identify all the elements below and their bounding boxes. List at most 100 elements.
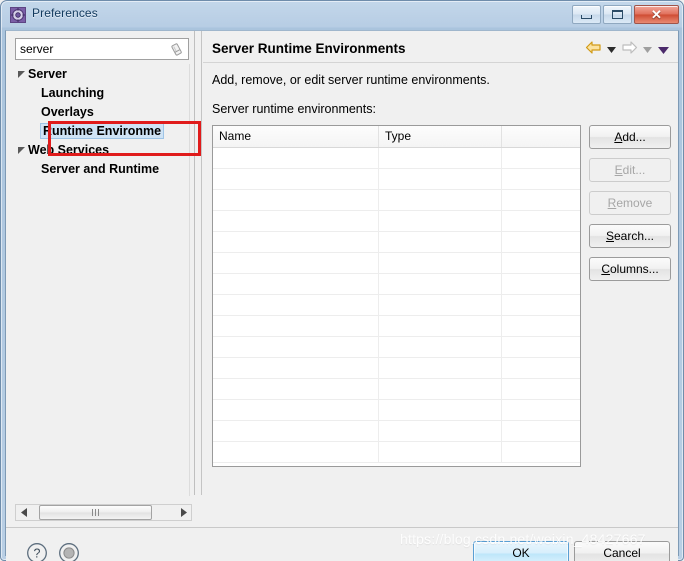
scrollbar-track[interactable] <box>32 505 175 520</box>
table-cell <box>213 190 379 210</box>
table-row[interactable] <box>213 253 580 274</box>
table-cell <box>213 400 379 420</box>
edit-button: Edit... <box>589 158 671 182</box>
table-cell <box>502 295 580 315</box>
apply-defaults-icon[interactable] <box>58 542 80 561</box>
expanded-twisty-icon[interactable] <box>15 69 28 78</box>
sidebar-item-label: Server <box>28 66 67 81</box>
sidebar-item-label: Web Services <box>28 142 110 157</box>
add-button[interactable]: Add... <box>589 125 671 149</box>
table-cell <box>502 358 580 378</box>
table-row[interactable] <box>213 337 580 358</box>
table-cell <box>502 274 580 294</box>
preference-page-pane: Server Runtime Environments Add, remove,… <box>203 31 678 495</box>
table-cell <box>379 358 502 378</box>
back-arrow-icon[interactable] <box>585 40 602 60</box>
preferences-tree[interactable]: Server Launching Overlays Runtime Enviro… <box>15 64 189 464</box>
preferences-gear-icon <box>10 7 26 23</box>
expanded-twisty-icon[interactable] <box>15 145 28 154</box>
table-cell <box>502 169 580 189</box>
cancel-button[interactable]: Cancel <box>574 541 670 561</box>
title-separator <box>203 62 678 63</box>
table-row[interactable] <box>213 232 580 253</box>
table-cell <box>213 316 379 336</box>
table-row[interactable] <box>213 148 580 169</box>
table-row[interactable] <box>213 379 580 400</box>
columns-button[interactable]: Columns... <box>589 257 671 281</box>
list-label-text: Server runtime environments: <box>212 102 376 116</box>
table-row[interactable] <box>213 442 580 463</box>
table-cell <box>379 316 502 336</box>
table-cell <box>502 316 580 336</box>
table-cell <box>213 442 379 462</box>
sidebar-item-label: Overlays <box>41 104 94 119</box>
chevron-down-icon[interactable] <box>605 42 618 58</box>
list-label: Server runtime environments: <box>212 102 376 116</box>
table-header: Name Type <box>213 126 580 148</box>
sidebar-item-server-and-runtime[interactable]: Server and Runtime <box>15 159 189 178</box>
page-title: Server Runtime Environments <box>212 41 406 56</box>
table-row[interactable] <box>213 421 580 442</box>
column-header-type[interactable]: Type <box>379 126 502 147</box>
table-cell <box>379 253 502 273</box>
table-cell <box>213 358 379 378</box>
table-cell <box>379 148 502 168</box>
table-row[interactable] <box>213 400 580 421</box>
preferences-window: Preferences ✕ server Server Launching Ov… <box>0 0 684 561</box>
table-cell <box>502 442 580 462</box>
window-title: Preferences <box>32 6 98 20</box>
table-body[interactable] <box>213 148 580 463</box>
chevron-down-icon[interactable] <box>657 42 670 58</box>
sidebar-item-runtime-environments[interactable]: Runtime Environme <box>15 121 189 140</box>
sidebar-item-web-services[interactable]: Web Services <box>15 140 189 159</box>
maximize-button[interactable] <box>603 5 632 24</box>
table-row[interactable] <box>213 274 580 295</box>
svg-text:?: ? <box>34 547 41 561</box>
table-cell <box>379 211 502 231</box>
table-cell <box>379 400 502 420</box>
ok-button[interactable]: OK <box>473 541 569 561</box>
search-button[interactable]: Search... <box>589 224 671 248</box>
filter-field[interactable] <box>15 38 189 60</box>
pane-divider[interactable] <box>201 31 202 495</box>
tree-vertical-scroll-track[interactable] <box>189 64 190 496</box>
table-cell <box>213 211 379 231</box>
close-button[interactable]: ✕ <box>634 5 679 24</box>
runtime-environments-table[interactable]: Name Type <box>212 125 581 467</box>
search-input[interactable] <box>20 42 160 56</box>
column-header-name[interactable]: Name <box>213 126 379 147</box>
table-cell <box>502 211 580 231</box>
scrollbar-thumb[interactable] <box>39 505 152 520</box>
table-cell <box>213 232 379 252</box>
minimize-button[interactable] <box>572 5 601 24</box>
title-bar[interactable]: Preferences ✕ <box>0 0 684 30</box>
scroll-right-icon[interactable] <box>175 505 191 520</box>
table-row[interactable] <box>213 358 580 379</box>
table-action-buttons: Add... Edit... Remove Search... Columns.… <box>589 125 671 290</box>
table-row[interactable] <box>213 190 580 211</box>
page-navigation <box>585 40 670 60</box>
table-cell <box>502 400 580 420</box>
table-cell <box>379 337 502 357</box>
table-cell <box>379 295 502 315</box>
sidebar-item-server[interactable]: Server <box>15 64 189 83</box>
table-cell <box>502 148 580 168</box>
table-row[interactable] <box>213 211 580 232</box>
eraser-icon[interactable] <box>169 42 184 57</box>
tree-horizontal-scrollbar[interactable] <box>15 504 192 521</box>
scroll-left-icon[interactable] <box>16 505 32 520</box>
forward-arrow-icon <box>621 40 638 60</box>
chevron-down-icon <box>641 42 654 58</box>
table-row[interactable] <box>213 295 580 316</box>
help-icon[interactable]: ? <box>26 542 48 561</box>
table-cell <box>213 337 379 357</box>
sidebar-item-overlays[interactable]: Overlays <box>15 102 189 121</box>
column-header-extra[interactable] <box>502 126 580 147</box>
table-row[interactable] <box>213 316 580 337</box>
table-cell <box>379 274 502 294</box>
table-cell <box>502 190 580 210</box>
sidebar-item-launching[interactable]: Launching <box>15 83 189 102</box>
sidebar-item-label: Launching <box>41 85 105 100</box>
table-row[interactable] <box>213 169 580 190</box>
window-controls: ✕ <box>572 5 679 24</box>
